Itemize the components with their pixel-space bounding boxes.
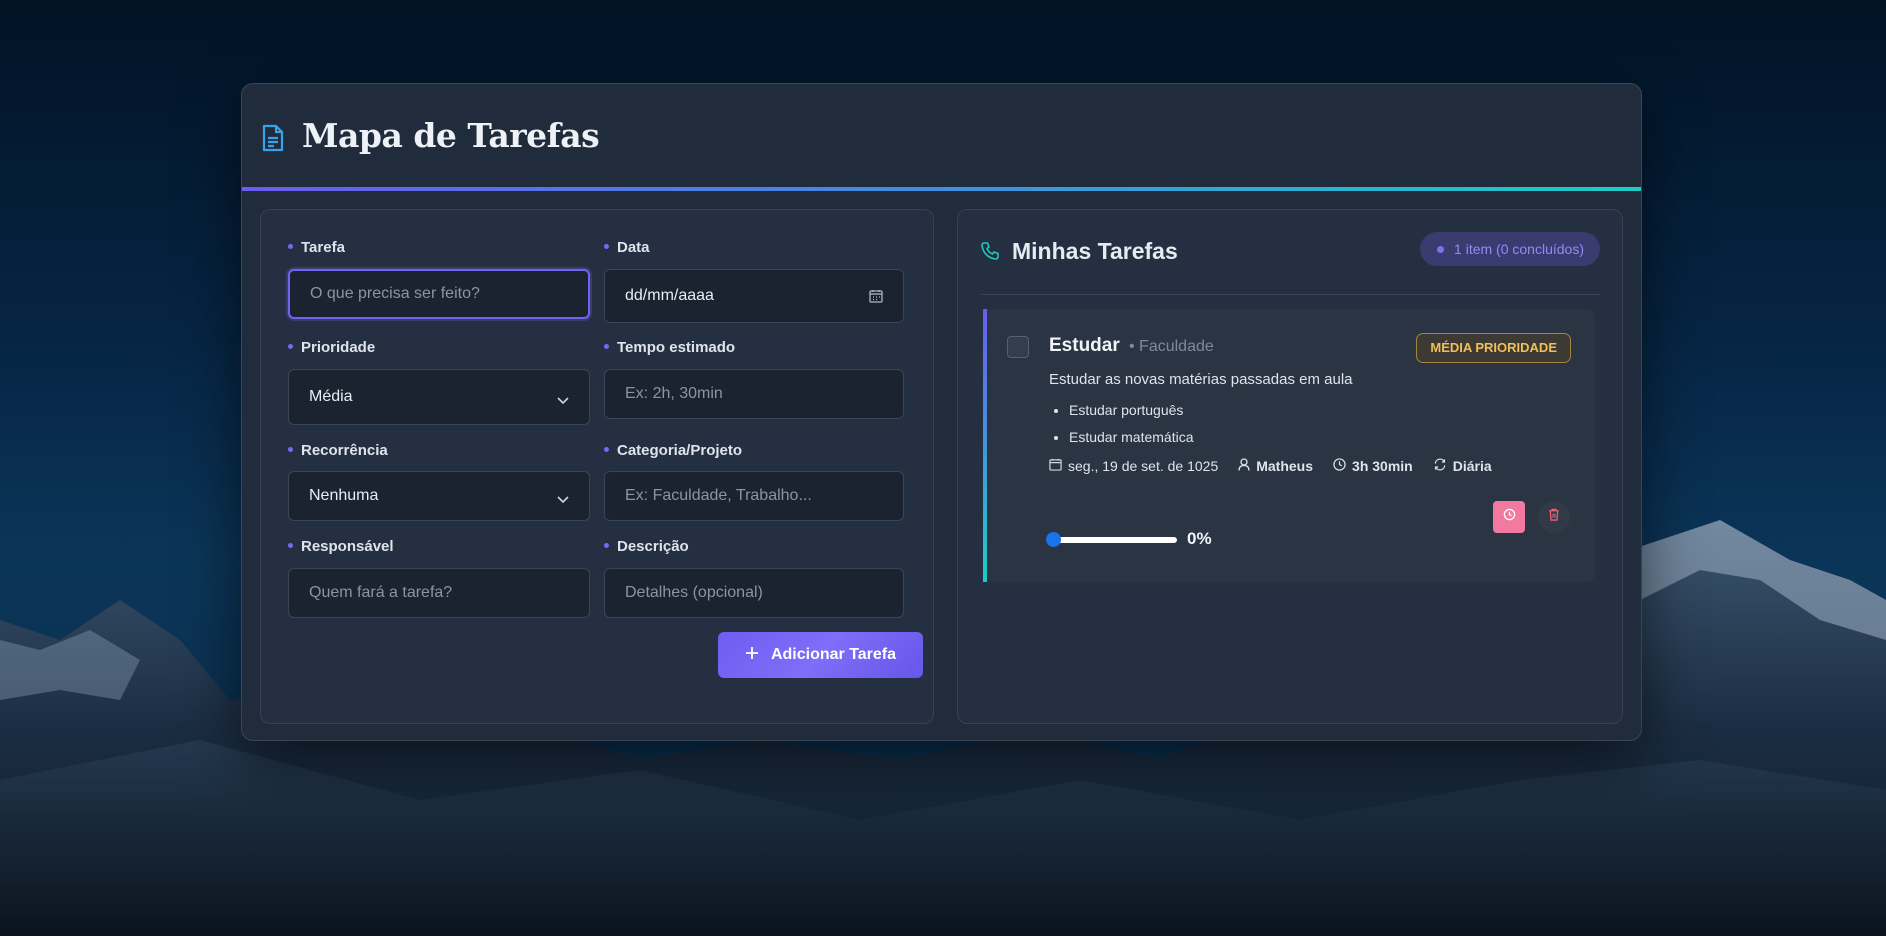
category-input[interactable]: Ex: Faculdade, Trabalho... <box>604 471 904 521</box>
task-form: Tarefa Data dd/mm/aaaa Prioridade Média … <box>260 209 934 724</box>
user-icon <box>1238 458 1250 474</box>
calendar-icon[interactable] <box>869 289 883 308</box>
timer-button[interactable] <box>1493 501 1525 533</box>
estimated-time-placeholder: Ex: 2h, 30min <box>625 385 723 402</box>
task-input[interactable] <box>310 285 568 303</box>
recurrence-select[interactable]: Nenhuma <box>288 471 590 521</box>
date-input[interactable]: dd/mm/aaaa <box>604 269 904 323</box>
chevron-down-icon <box>557 392 569 410</box>
progress-slider[interactable] <box>1046 532 1177 547</box>
responsible-label: Responsável <box>288 538 394 555</box>
timer-icon <box>1503 508 1516 526</box>
task-list-panel: Minhas Tarefas 1 item (0 concluídos) Est… <box>957 209 1623 724</box>
plus-icon <box>745 646 759 665</box>
chevron-down-icon <box>557 491 569 509</box>
task-count-badge: 1 item (0 concluídos) <box>1420 232 1600 266</box>
category-label: Categoria/Projeto <box>604 442 742 459</box>
priority-select[interactable]: Média <box>288 369 590 425</box>
task-time-text: 3h 30min <box>1352 458 1413 474</box>
list-title: Minhas Tarefas <box>1012 238 1178 264</box>
responsible-placeholder: Quem fará a tarefa? <box>309 584 453 601</box>
list-header: Minhas Tarefas 1 item (0 concluídos) <box>980 232 1600 295</box>
task-recurrence: Diária <box>1433 458 1492 474</box>
task-category: • Faculdade <box>1129 338 1214 355</box>
add-task-button[interactable]: Adicionar Tarefa <box>718 632 923 678</box>
priority-label: Prioridade <box>288 339 375 356</box>
task-title: Estudar <box>1049 335 1120 356</box>
estimated-time-input[interactable]: Ex: 2h, 30min <box>604 369 904 419</box>
app-window: Mapa de Tarefas Tarefa Data dd/mm/aaaa P… <box>241 83 1642 741</box>
task-date: seg., 19 de set. de 1025 <box>1049 458 1218 474</box>
description-label: Descrição <box>604 538 689 555</box>
clock-icon <box>1333 458 1346 474</box>
page-title: Mapa de Tarefas <box>302 116 600 155</box>
task-complete-checkbox[interactable] <box>1007 336 1029 358</box>
task-time: 3h 30min <box>1333 458 1413 474</box>
task-meta: seg., 19 de set. de 1025 Matheus 3h 30mi… <box>1049 458 1492 474</box>
header-accent-bar <box>242 187 1641 191</box>
subtask-item: Estudar matemática <box>1069 426 1194 453</box>
category-placeholder: Ex: Faculdade, Trabalho... <box>625 487 812 504</box>
date-label: Data <box>604 239 650 256</box>
trash-icon <box>1548 508 1560 526</box>
phone-icon <box>980 241 1000 266</box>
delete-task-button[interactable] <box>1538 501 1570 533</box>
add-task-button-label: Adicionar Tarefa <box>770 646 897 663</box>
priority-select-value: Média <box>309 388 353 405</box>
task-responsible: Matheus <box>1238 458 1313 474</box>
priority-badge: MÉDIA PRIORIDADE <box>1416 333 1571 363</box>
app-header: Mapa de Tarefas <box>242 84 1641 187</box>
calendar-icon <box>1049 458 1062 474</box>
progress-label: 0% <box>1187 529 1212 548</box>
task-date-text: seg., 19 de set. de 1025 <box>1068 458 1219 474</box>
progress-slider-handle[interactable] <box>1046 532 1061 547</box>
task-card: Estudar • Faculdade MÉDIA PRIORIDADE Est… <box>983 309 1595 582</box>
subtask-list: Estudar português Estudar matemática <box>1049 399 1194 453</box>
description-input[interactable]: Detalhes (opcional) <box>604 568 904 618</box>
estimated-time-label: Tempo estimado <box>604 339 735 356</box>
responsible-input[interactable]: Quem fará a tarefa? <box>288 568 590 618</box>
description-placeholder: Detalhes (opcional) <box>625 584 763 601</box>
task-label: Tarefa <box>288 239 345 256</box>
refresh-icon <box>1433 458 1447 474</box>
task-recurrence-text: Diária <box>1452 458 1492 474</box>
date-input-value: dd/mm/aaaa <box>625 287 714 304</box>
recurrence-label: Recorrência <box>288 442 388 459</box>
task-input-wrapper[interactable] <box>288 269 590 319</box>
task-description: Estudar as novas matérias passadas em au… <box>1049 371 1353 388</box>
task-responsible-text: Matheus <box>1256 458 1314 474</box>
document-icon <box>261 124 285 157</box>
recurrence-select-value: Nenhuma <box>309 487 379 504</box>
subtask-item: Estudar português <box>1069 399 1194 426</box>
